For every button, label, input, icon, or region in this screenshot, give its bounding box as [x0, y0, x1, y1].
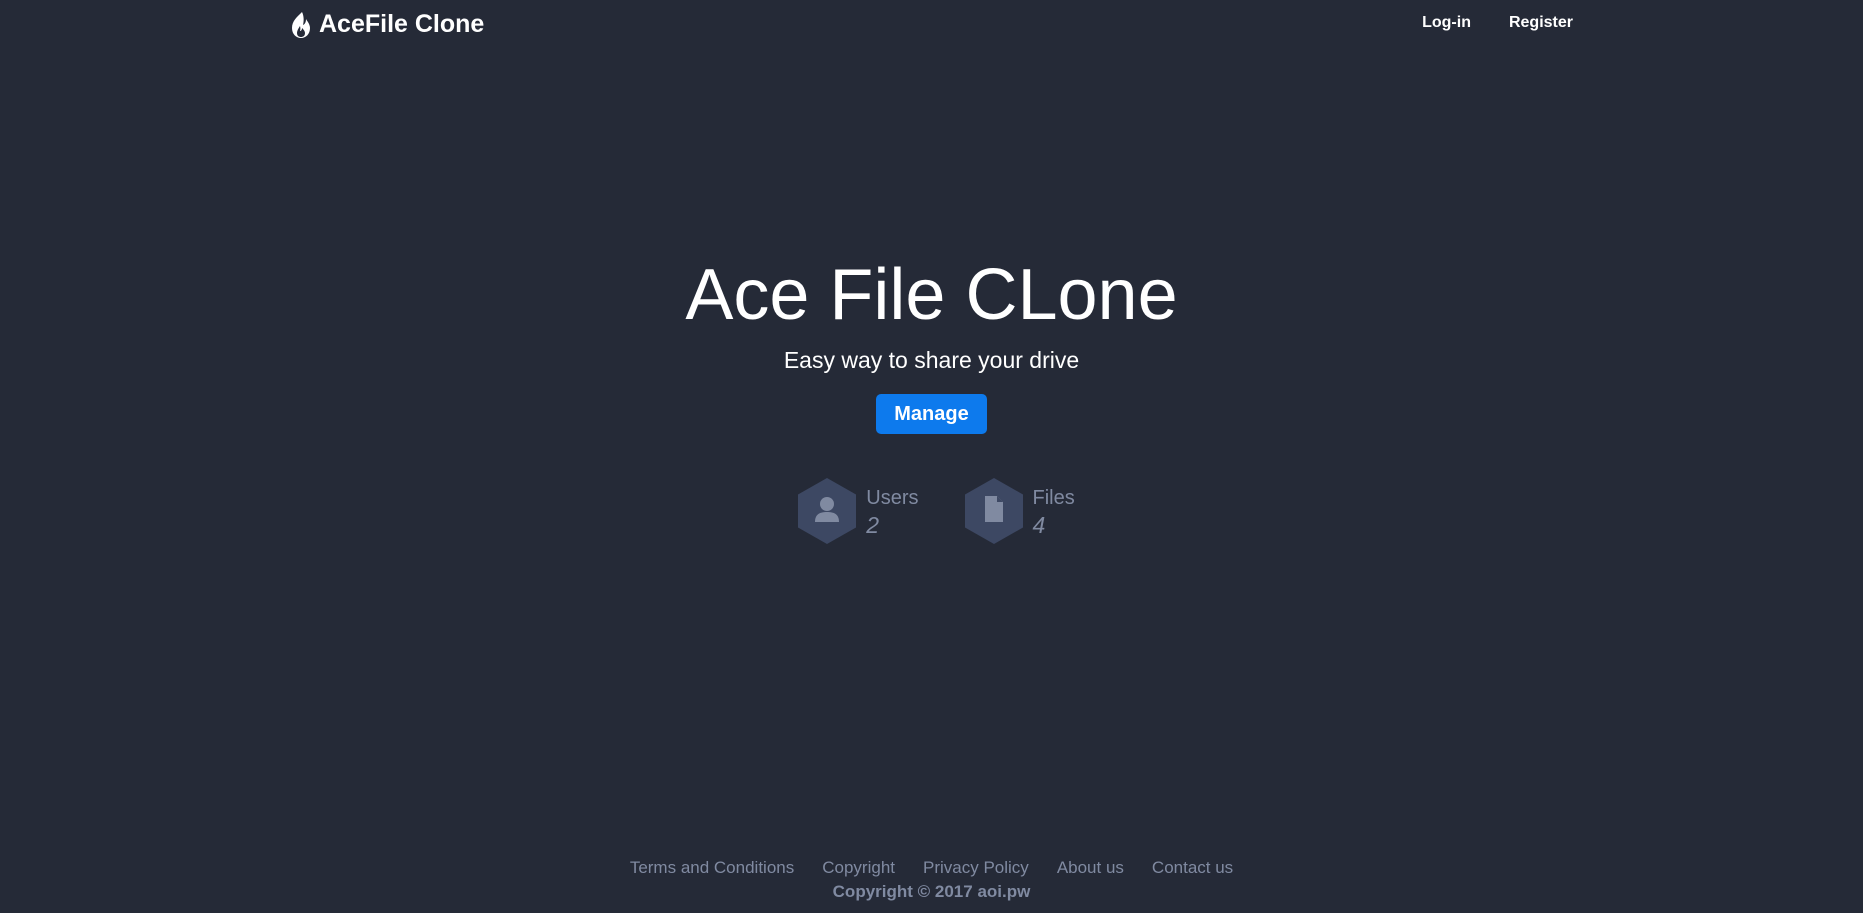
- contact-link[interactable]: Contact us: [1152, 858, 1233, 878]
- footer-links: Terms and Conditions Copyright Privacy P…: [0, 858, 1863, 878]
- user-icon: [798, 478, 857, 544]
- register-link[interactable]: Register: [1509, 14, 1573, 32]
- copyright-text: Copyright © 2017 aoi.pw: [832, 882, 1031, 901]
- stat-users-text: Users 2: [866, 478, 918, 540]
- footer: Terms and Conditions Copyright Privacy P…: [0, 858, 1863, 902]
- stat-files-text: Files 4: [1033, 478, 1075, 540]
- privacy-link[interactable]: Privacy Policy: [923, 858, 1029, 878]
- login-link[interactable]: Log-in: [1422, 14, 1471, 32]
- copyright-link[interactable]: Copyright: [822, 858, 895, 878]
- stat-files-label: Files: [1032, 487, 1075, 509]
- file-icon: [964, 478, 1023, 544]
- page: AceFile Clone Log-in Register Ace File C…: [0, 0, 1863, 913]
- hero-section: Ace File CLone Easy way to share your dr…: [0, 250, 1863, 434]
- header-nav: Log-in Register: [1422, 14, 1573, 32]
- terms-link[interactable]: Terms and Conditions: [630, 858, 794, 878]
- brand-name: AceFile Clone: [319, 10, 485, 38]
- brand-link[interactable]: AceFile Clone: [289, 10, 484, 39]
- stats-section: Users 2 Files 4: [0, 478, 1863, 544]
- page-title: Ace File CLone: [685, 255, 1178, 335]
- stat-users: Users 2: [788, 478, 919, 544]
- stat-users-label: Users: [866, 487, 919, 509]
- about-link[interactable]: About us: [1057, 858, 1124, 878]
- stat-files-value: 4: [1032, 512, 1046, 538]
- fire-icon: [289, 11, 313, 39]
- page-subtitle: Easy way to share your drive: [783, 347, 1080, 373]
- stat-users-value: 2: [866, 512, 880, 538]
- stat-files: Files 4: [955, 478, 1075, 544]
- manage-button[interactable]: Manage: [876, 394, 987, 434]
- top-navbar: AceFile Clone Log-in Register: [0, 0, 1863, 52]
